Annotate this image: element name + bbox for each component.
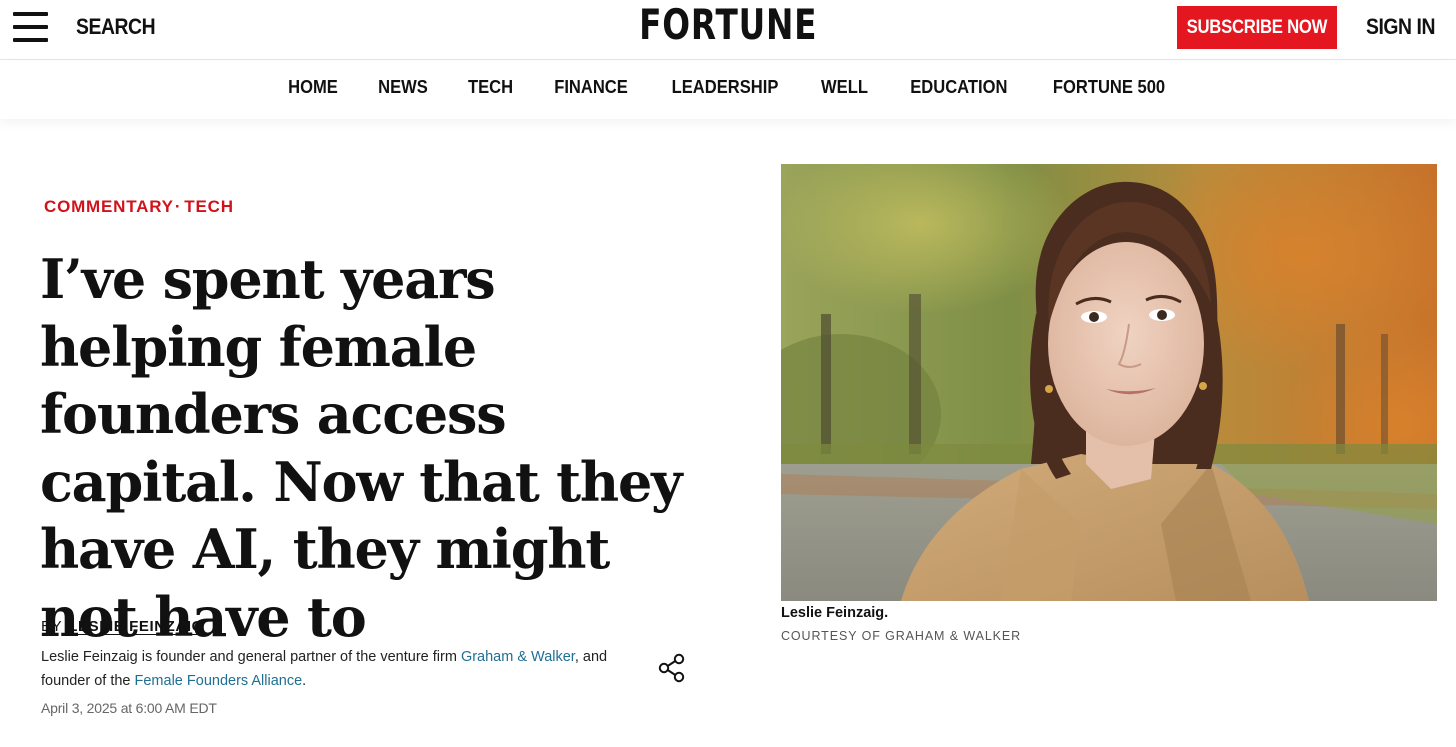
- author-photo: [781, 164, 1437, 601]
- subscribe-button[interactable]: SUBSCRIBE NOW: [1177, 6, 1337, 49]
- sign-in-link[interactable]: SIGN IN: [1366, 14, 1435, 40]
- nav-item-education[interactable]: EDUCATION: [910, 77, 1007, 98]
- kicker-commentary-link[interactable]: COMMENTARY: [44, 197, 174, 216]
- female-founders-alliance-link[interactable]: Female Founders Alliance: [135, 673, 303, 689]
- photo-caption: Leslie Feinzaig.: [781, 605, 889, 621]
- byline: BY LESLIE FEINZAIG: [41, 618, 204, 635]
- nav-item-news[interactable]: NEWS: [378, 77, 428, 98]
- author-bio: Leslie Feinzaig is founder and general p…: [41, 645, 641, 693]
- author-link[interactable]: LESLIE FEINZAIG: [68, 618, 204, 635]
- nav-item-leadership[interactable]: LEADERSHIP: [672, 77, 779, 98]
- nav-item-finance[interactable]: FINANCE: [554, 77, 628, 98]
- top-bar: SEARCH FORTUNE SUBSCRIBE NOW SIGN IN: [0, 0, 1456, 60]
- photo-credit: COURTESY OF GRAHAM & WALKER: [781, 629, 1022, 643]
- subscribe-label: SUBSCRIBE NOW: [1186, 16, 1328, 38]
- nav-item-well[interactable]: WELL: [821, 77, 868, 98]
- nav-item-fortune-500[interactable]: FORTUNE 500: [1053, 77, 1165, 98]
- kicker-tech-link[interactable]: TECH: [184, 197, 233, 216]
- graham-walker-link[interactable]: Graham & Walker: [461, 649, 575, 665]
- main-nav: HOME NEWS TECH FINANCE LEADERSHIP WELL E…: [0, 61, 1456, 119]
- logo-text: FORTUNE: [638, 0, 818, 49]
- article-headline: I’ve spent years helping female founders…: [40, 247, 683, 649]
- bio-text: .: [302, 673, 307, 689]
- share-icon[interactable]: [656, 652, 688, 684]
- article-kicker: COMMENTARY· TECH: [44, 197, 234, 217]
- nav-item-tech[interactable]: TECH: [468, 77, 513, 98]
- bio-text: Leslie Feinzaig is founder and general p…: [41, 649, 461, 665]
- publish-date: April 3, 2025 at 6:00 AM EDT: [41, 700, 217, 716]
- nav-item-home[interactable]: HOME: [288, 77, 338, 98]
- kicker-separator: ·: [174, 197, 182, 216]
- byline-prefix: BY: [41, 618, 63, 635]
- nav-list: HOME NEWS TECH FINANCE LEADERSHIP WELL E…: [0, 77, 1456, 98]
